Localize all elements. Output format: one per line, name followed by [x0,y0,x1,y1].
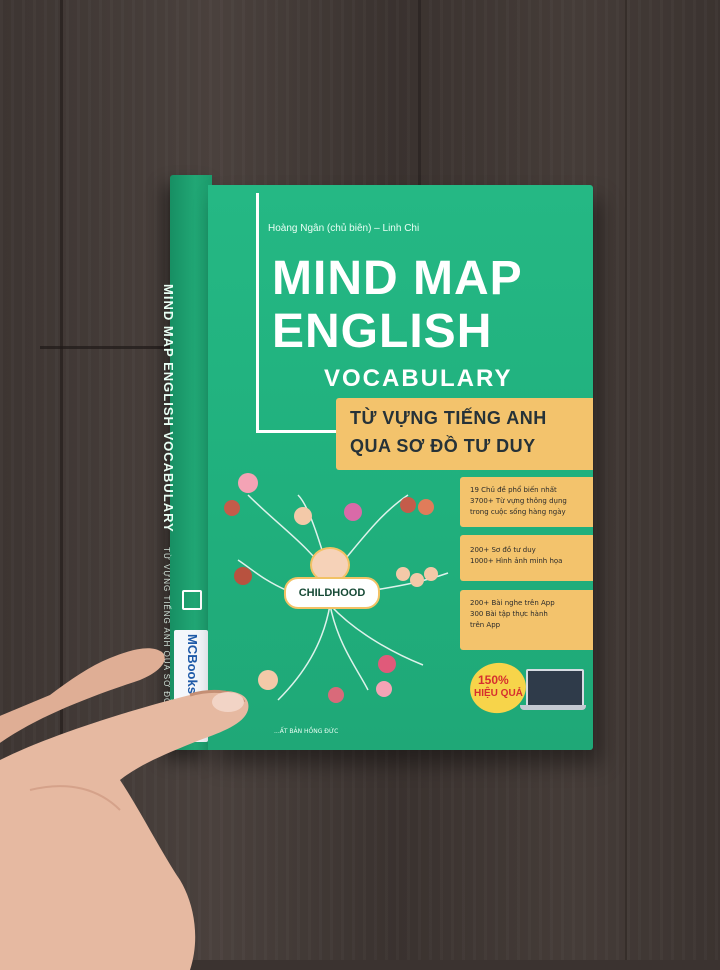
feature-line: 200+ Bài nghe trên App [470,599,555,607]
baby-illustration-icon [224,500,240,516]
promo-badge: 150% HIỆU QUẢ [466,655,590,725]
baby-illustration-icon [424,567,438,581]
baby-illustration-icon [396,567,410,581]
cover-frame-line [256,430,346,433]
baby-illustration-icon [418,499,434,515]
title-line-3: VOCABULARY [324,365,513,392]
baby-illustration-icon [378,655,396,673]
baby-illustration-icon [294,507,312,525]
authors: Hoàng Ngân (chủ biên) – Linh Chi [268,223,420,234]
baby-illustration-icon [400,497,416,513]
baby-illustration-icon [328,687,344,703]
laptop-base-icon [520,705,586,710]
mind-map-center: CHILDHOOD [284,577,380,609]
baby-illustration-icon [344,503,362,521]
baby-illustration-icon [376,681,392,697]
feature-line: 300 Bài tập thực hành [470,610,548,618]
floor-seam [625,0,627,960]
feature-line: 19 Chủ đề phổ biến nhất [470,486,557,494]
spine-title: MIND MAP ENGLISH VOCABULARY TỪ VỰNG TIẾN… [161,270,176,745]
spine-icon [182,590,202,610]
baby-illustration-icon [238,473,258,493]
baby-illustration-icon [234,567,252,585]
baby-illustration-icon [410,573,424,587]
spine-title-text: MIND MAP ENGLISH VOCABULARY [161,284,176,533]
feature-line: 3700+ Từ vựng thông dụng [470,497,567,505]
feature-line: trên App [470,621,501,629]
promo-word: HIỆU QUẢ [474,688,523,699]
feature-line: 200+ Sơ đồ tư duy [470,546,536,554]
cover-frame-line [256,193,259,433]
feature-box-3: 200+ Bài nghe trên App 300 Bài tập thực … [460,590,593,650]
title-line-2: ENGLISH [272,305,493,358]
title-line-1: MIND MAP [272,252,523,305]
feature-line: 1000+ Hình ảnh minh họa [470,557,563,565]
laptop-icon [526,669,584,707]
promo-percent: 150% [478,673,509,687]
feature-box-2: 200+ Sơ đồ tư duy 1000+ Hình ảnh minh họ… [460,535,593,581]
hand-illustration [0,648,249,970]
subtitle-line-2: QUA SƠ ĐỒ TƯ DUY [350,436,536,456]
subtitle-line-1: TỪ VỰNG TIẾNG ANH [350,408,547,428]
publisher-line: ...ẤT BẢN HỒNG ĐỨC [274,728,339,735]
feature-box-1: 19 Chủ đề phổ biến nhất 3700+ Từ vựng th… [460,477,593,527]
feature-line: trong cuộc sống hàng ngày [470,508,566,516]
